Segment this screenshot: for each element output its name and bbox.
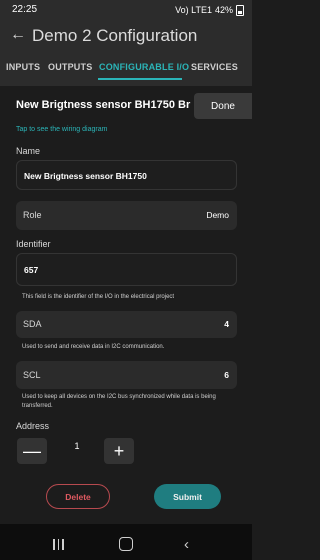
status-icons: Vo) LTE1 42% <box>175 4 244 16</box>
battery-percent: 42% <box>214 4 233 15</box>
name-field[interactable]: New Brigtness sensor BH1750 <box>16 160 237 190</box>
tab-inputs[interactable]: INPUTS <box>6 62 40 72</box>
delete-button[interactable]: Delete <box>46 484 110 509</box>
identifier-help-text: This field is the identifier of the I/O … <box>22 294 175 300</box>
tab-services[interactable]: SERVICES <box>191 62 238 72</box>
sda-help-text: Used to send and receive data in I2C com… <box>22 344 165 350</box>
name-value: New Brigtness sensor BH1750 <box>24 171 147 181</box>
increment-button[interactable]: + <box>104 438 134 464</box>
sda-field[interactable]: SDA 4 <box>16 311 237 338</box>
address-label: Address <box>16 421 50 431</box>
recents-icon[interactable] <box>53 539 64 550</box>
sda-value: 4 <box>224 319 229 329</box>
name-label: Name <box>16 146 41 156</box>
sda-label: SDA <box>23 319 42 329</box>
role-value: Demo <box>206 210 229 220</box>
back-chevron-icon[interactable]: ‹ <box>184 536 189 553</box>
status-time: 22:25 <box>12 4 38 15</box>
arrow-left-icon[interactable]: ← <box>10 26 26 44</box>
identifier-label: Identifier <box>16 239 51 249</box>
scl-value: 6 <box>224 370 229 380</box>
scl-label: SCL <box>23 370 41 380</box>
role-label: Role <box>23 210 42 220</box>
decrement-button[interactable]: — <box>17 438 47 464</box>
role-select[interactable]: Role Demo <box>16 201 237 230</box>
network-indicator: Vo) LTE1 <box>175 4 212 15</box>
battery-icon <box>236 5 244 16</box>
tab-configurable-io[interactable]: CONFIGURABLE I/O <box>99 62 189 72</box>
address-value: 1 <box>74 441 80 451</box>
active-tab-indicator <box>98 78 182 80</box>
scl-field[interactable]: SCL 6 <box>16 361 237 389</box>
page-title: Demo 2 Configuration <box>32 26 198 45</box>
sheet-title: New Brigtness sensor BH1750 Bri... <box>16 99 191 111</box>
scl-help-text: Used to keep all devices on the I2C bus … <box>22 394 216 409</box>
home-icon[interactable] <box>119 537 133 551</box>
identifier-value: 657 <box>24 265 39 275</box>
status-bar: 22:25 Vo) LTE1 42% <box>0 0 252 18</box>
tab-outputs[interactable]: OUTPUTS <box>48 62 92 72</box>
identifier-field[interactable]: 657 <box>16 253 237 286</box>
done-button[interactable]: Done <box>194 93 252 119</box>
wiring-diagram-link[interactable]: Tap to see the wiring diagram <box>16 126 107 133</box>
submit-button[interactable]: Submit <box>154 484 221 509</box>
